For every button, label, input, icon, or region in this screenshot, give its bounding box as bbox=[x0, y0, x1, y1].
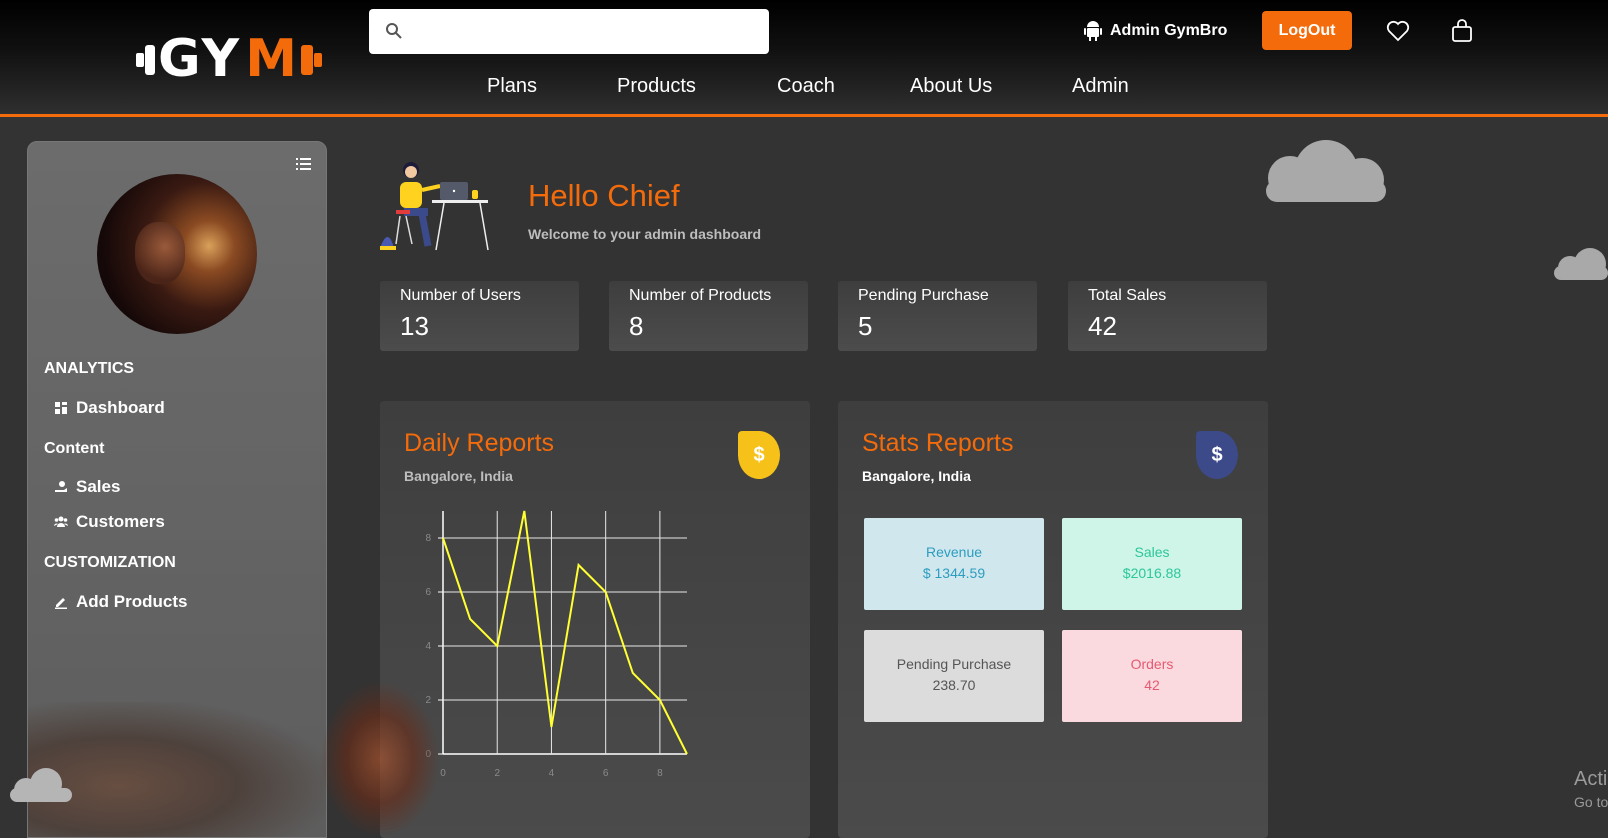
stat-card-products: Number of Products 8 bbox=[609, 281, 808, 351]
sidebar-item-dashboard[interactable]: Dashboard bbox=[54, 398, 165, 418]
nav-about-us[interactable]: About Us bbox=[910, 75, 992, 105]
stat-label: Total Sales bbox=[1088, 287, 1167, 304]
tile-label: Orders bbox=[1130, 656, 1174, 672]
hand-coin-icon bbox=[55, 481, 67, 492]
shopping-bag-icon[interactable] bbox=[1451, 19, 1473, 43]
daily-reports-card: Daily Reports Bangalore, India $ 0246802… bbox=[380, 401, 810, 838]
nav-products[interactable]: Products bbox=[617, 75, 696, 105]
android-icon bbox=[1084, 21, 1102, 41]
daily-line-chart: 0246802468 bbox=[425, 510, 688, 779]
user-account[interactable]: Admin GymBro bbox=[1084, 18, 1227, 44]
logout-button[interactable]: LogOut bbox=[1262, 11, 1352, 50]
cloud-icon bbox=[1554, 248, 1608, 280]
stat-card-total-sales: Total Sales 42 bbox=[1068, 281, 1267, 351]
stat-value: 8 bbox=[629, 311, 644, 341]
logo-text-left: GY bbox=[158, 29, 242, 89]
sidebar-item-label: Customers bbox=[76, 512, 165, 531]
search-box[interactable] bbox=[369, 9, 769, 54]
search-input[interactable] bbox=[415, 15, 755, 48]
greeting-title: Hello Chief bbox=[528, 178, 680, 213]
nav-coach[interactable]: Coach bbox=[777, 75, 835, 105]
search-icon bbox=[386, 23, 402, 39]
sidebar-item-label: Sales bbox=[76, 477, 121, 496]
stat-card-pending-purchase: Pending Purchase 5 bbox=[838, 281, 1037, 351]
stat-value: 5 bbox=[858, 311, 873, 341]
dumbbell-left-icon bbox=[136, 45, 155, 75]
x-tick-label: 2 bbox=[494, 768, 500, 779]
y-tick-label: 8 bbox=[425, 533, 431, 544]
username: Admin GymBro bbox=[1110, 22, 1228, 39]
activate-windows-hint: Go to bbox=[1574, 794, 1608, 810]
orders-tile: Orders 42 bbox=[1062, 630, 1242, 722]
dumbbell-right-icon bbox=[300, 45, 322, 75]
x-tick-label: 6 bbox=[603, 768, 609, 779]
flame-decoration bbox=[320, 680, 440, 838]
heart-icon[interactable] bbox=[1386, 20, 1410, 42]
daily-reports-title: Daily Reports bbox=[404, 429, 555, 457]
sales-tile: Sales $2016.88 bbox=[1062, 518, 1242, 610]
stat-value: 42 bbox=[1088, 311, 1117, 341]
tile-label: Sales bbox=[1134, 544, 1170, 560]
top-header: GYM Admin GymBro LogOut Plans Products bbox=[0, 0, 1608, 117]
dollar-icon: $ bbox=[1196, 431, 1238, 479]
logo-text-right: M bbox=[245, 29, 299, 89]
x-tick-label: 4 bbox=[549, 768, 555, 779]
tile-value: $ 1344.59 bbox=[922, 565, 986, 581]
stat-value: 13 bbox=[400, 311, 429, 341]
x-tick-label: 8 bbox=[657, 768, 663, 779]
sidebar-item-customers[interactable]: Customers bbox=[54, 512, 165, 532]
sidebar-item-label: Add Products bbox=[76, 592, 188, 611]
y-tick-label: 6 bbox=[425, 587, 431, 598]
tile-value: $2016.88 bbox=[1122, 565, 1182, 581]
tile-label: Revenue bbox=[925, 544, 983, 560]
tile-value: 238.70 bbox=[932, 677, 976, 693]
activate-windows-watermark: Acti bbox=[1574, 768, 1608, 790]
stats-reports-title: Stats Reports bbox=[862, 429, 1014, 457]
sidebar-item-label: Dashboard bbox=[76, 398, 165, 417]
gym-logo[interactable]: GY M bbox=[136, 29, 336, 89]
nav-plans[interactable]: Plans bbox=[487, 75, 537, 105]
series-line bbox=[442, 510, 688, 755]
stat-label: Number of Users bbox=[400, 287, 521, 304]
stat-card-users: Number of Users 13 bbox=[380, 281, 579, 351]
sidebar-item-sales[interactable]: Sales bbox=[54, 477, 120, 497]
y-tick-label: 4 bbox=[425, 641, 431, 652]
stats-reports-card: Stats Reports Bangalore, India $ Revenue… bbox=[838, 401, 1268, 838]
sidebar-heading-analytics: ANALYTICS bbox=[44, 360, 135, 377]
tile-label: Pending Purchase bbox=[896, 656, 1012, 672]
stat-label: Pending Purchase bbox=[858, 287, 989, 304]
pencil-icon bbox=[55, 598, 67, 609]
stats-reports-location: Bangalore, India bbox=[862, 468, 971, 484]
avatar bbox=[97, 174, 257, 334]
pending-purchase-tile: Pending Purchase 238.70 bbox=[864, 630, 1044, 722]
cloud-icon bbox=[10, 768, 72, 802]
sidebar-heading-customization: CUSTOMIZATION bbox=[44, 554, 176, 571]
nav-admin[interactable]: Admin bbox=[1072, 75, 1129, 105]
x-tick-label: 0 bbox=[440, 768, 446, 779]
sidebar-heading-content: Content bbox=[44, 440, 105, 457]
stat-label: Number of Products bbox=[629, 287, 772, 304]
person-at-laptop-illustration bbox=[380, 162, 489, 251]
dashboard-icon bbox=[55, 402, 67, 414]
dollar-icon: $ bbox=[738, 431, 780, 479]
users-icon bbox=[54, 516, 68, 527]
list-toggle-icon[interactable] bbox=[296, 157, 312, 171]
daily-reports-location: Bangalore, India bbox=[404, 468, 513, 484]
sidebar-item-add-products[interactable]: Add Products bbox=[54, 592, 187, 612]
tile-value: 42 bbox=[1144, 677, 1160, 693]
sidebar: ANALYTICS Dashboard Content Sales Custom… bbox=[27, 141, 327, 838]
cloud-icon bbox=[1266, 140, 1386, 202]
revenue-tile: Revenue $ 1344.59 bbox=[864, 518, 1044, 610]
welcome-subtitle: Welcome to your admin dashboard bbox=[528, 226, 762, 242]
avatar-face bbox=[135, 222, 185, 284]
